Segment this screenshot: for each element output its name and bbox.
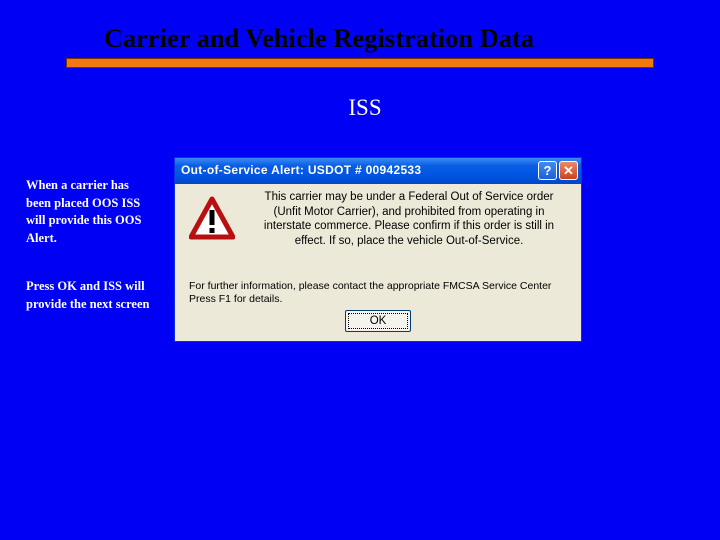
help-button[interactable]: ? (538, 161, 557, 180)
info-line-contact: For further information, please contact … (189, 280, 552, 292)
alert-message: This carrier may be under a Federal Out … (263, 191, 555, 247)
slide-subtitle: ISS (348, 95, 382, 120)
dialog-titlebar[interactable]: Out-of-Service Alert: USDOT # 00942533 ?… (175, 158, 581, 184)
ok-button[interactable]: OK (345, 310, 411, 332)
note-press-ok: Press OK and ISS will provide the next s… (26, 279, 150, 311)
ok-button-label: OK (348, 313, 408, 329)
info-text: For further information, please contact … (189, 280, 579, 306)
info-line-f1: Press F1 for details. (189, 293, 283, 305)
warning-icon (189, 196, 235, 240)
title-underline (66, 58, 654, 68)
slide-title: Carrier and Vehicle Registration Data (104, 24, 535, 53)
oos-alert-dialog: Out-of-Service Alert: USDOT # 00942533 ?… (174, 157, 582, 342)
close-button[interactable]: ✕ (559, 161, 578, 180)
dialog-title: Out-of-Service Alert: USDOT # 00942533 (181, 163, 422, 177)
note-oos-alert: When a carrier has been placed OOS ISS w… (26, 178, 142, 245)
